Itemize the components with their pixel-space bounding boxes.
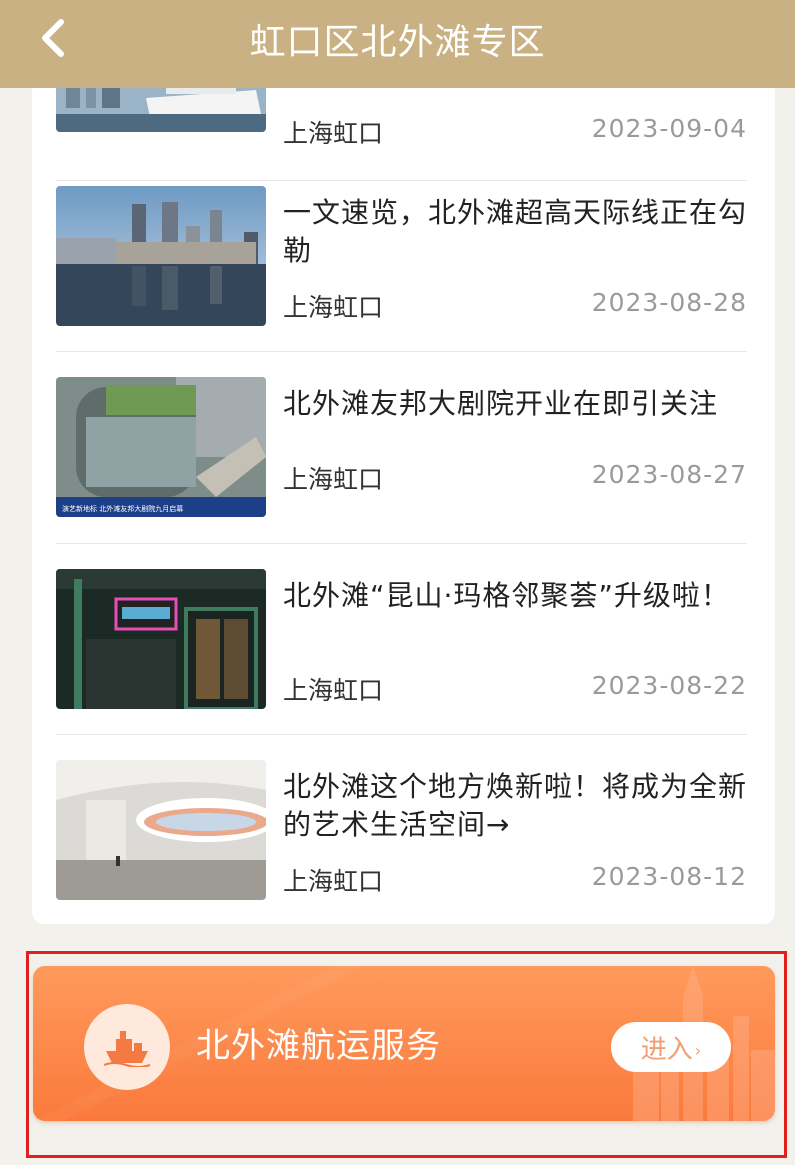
news-title: 北外滩这个地方焕新啦！将成为全新的艺术生活空间→ (283, 770, 748, 841)
news-thumbnail: 演艺新地标 北外滩友邦大剧院九月启幕 (56, 377, 266, 517)
news-date: 2023-08-28 (591, 288, 747, 317)
thumbnail-caption: 演艺新地标 北外滩友邦大剧院九月启幕 (62, 504, 183, 513)
news-date: 2023-08-22 (591, 671, 747, 700)
news-title: 北外滩友邦大剧院开业在即引关注 (283, 387, 719, 420)
banner-title: 北外滩航运服务 (196, 1026, 441, 1066)
news-item[interactable]: 北外滩“昆山·玛格邻聚荟”升级啦！ 上海虹口 2023-08-22 (56, 544, 747, 735)
news-date: 2023-08-27 (591, 460, 747, 489)
news-date: 2023-08-12 (591, 862, 747, 891)
news-list-card: 上海虹口 2023-09-04 一文速览，北外滩超高天际线正在勾勒 上海虹口 2… (32, 60, 775, 924)
enter-button[interactable]: 进入 › (611, 1022, 731, 1072)
news-item[interactable]: 一文速览，北外滩超高天际线正在勾勒 上海虹口 2023-08-28 (56, 161, 747, 352)
news-source: 上海虹口 (283, 867, 384, 896)
news-source: 上海虹口 (283, 119, 384, 148)
news-thumbnail (56, 760, 266, 900)
news-item[interactable]: 演艺新地标 北外滩友邦大剧院九月启幕 北外滩友邦大剧院开业在即引关注 上海虹口 … (56, 352, 747, 544)
news-thumbnail (56, 569, 266, 709)
chevron-left-icon (42, 19, 64, 57)
ship-icon (84, 1004, 170, 1090)
news-thumbnail (56, 186, 266, 326)
news-source: 上海虹口 (283, 293, 384, 322)
page-title: 虹口区北外滩专区 (249, 22, 546, 63)
enter-label: 进入 (640, 1034, 693, 1065)
news-date: 2023-09-04 (591, 114, 747, 143)
news-source: 上海虹口 (283, 676, 384, 705)
news-title: 北外滩“昆山·玛格邻聚荟”升级啦！ (283, 579, 730, 612)
news-source: 上海虹口 (283, 465, 384, 494)
top-nav-bar: 虹口区北外滩专区 (0, 0, 795, 88)
back-button[interactable] (28, 14, 76, 62)
news-title: 一文速览，北外滩超高天际线正在勾勒 (283, 196, 748, 267)
shipping-service-banner[interactable]: 北外滩航运服务 进入 › (33, 966, 775, 1121)
news-item[interactable]: 北外滩这个地方焕新啦！将成为全新的艺术生活空间→ 上海虹口 2023-08-12 (56, 735, 747, 924)
chevron-right-icon: › (694, 1040, 702, 1060)
